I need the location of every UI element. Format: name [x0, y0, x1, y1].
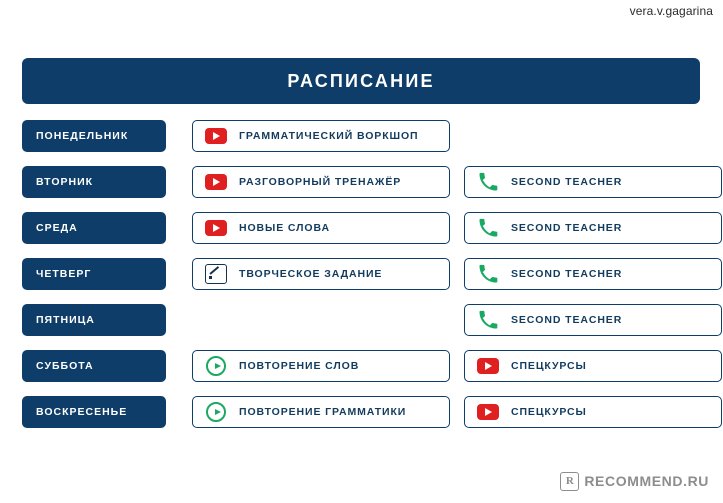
activity-label: ПОВТОРЕНИЕ ГРАММАТИКИ [239, 406, 407, 418]
activity-label: SECOND TEACHER [511, 268, 623, 280]
activity-card-second-teacher-wednesday[interactable]: SECOND TEACHER [464, 212, 722, 244]
activity-label: SECOND TEACHER [511, 176, 623, 188]
refresh-icon [205, 356, 227, 376]
day-chip-tuesday[interactable]: ВТОРНИК [22, 166, 166, 198]
activity-label: ГРАММАТИЧЕСКИЙ ВОРКШОП [239, 130, 419, 142]
activity-card-creative-task[interactable]: ТВОРЧЕСКОЕ ЗАДАНИЕ [192, 258, 450, 290]
schedule-row-tuesday: ВТОРНИК РАЗГОВОРНЫЙ ТРЕНАЖЁР SECOND TEAC… [22, 166, 722, 198]
activity-card-second-teacher-tuesday[interactable]: SECOND TEACHER [464, 166, 722, 198]
day-label: ВОСКРЕСЕНЬЕ [36, 406, 128, 418]
youtube-icon [205, 219, 227, 237]
youtube-icon [477, 357, 499, 375]
activity-label: SECOND TEACHER [511, 222, 623, 234]
phone-icon [477, 264, 499, 283]
activity-card-special-courses-sunday[interactable]: СПЕЦКУРСЫ [464, 396, 722, 428]
schedule-panel: РАСПИСАНИЕ ПОНЕДЕЛЬНИК ГРАММАТИЧЕСКИЙ ВО… [0, 28, 723, 468]
activity-card-word-review[interactable]: ПОВТОРЕНИЕ СЛОВ [192, 350, 450, 382]
day-label: ПЯТНИЦА [36, 314, 95, 326]
youtube-icon [205, 127, 227, 145]
activity-card-new-words[interactable]: НОВЫЕ СЛОВА [192, 212, 450, 244]
activity-label: ТВОРЧЕСКОЕ ЗАДАНИЕ [239, 268, 383, 280]
day-label: СРЕДА [36, 222, 78, 234]
schedule-row-wednesday: СРЕДА НОВЫЕ СЛОВА SECOND TEACHER [22, 212, 722, 244]
schedule-row-sunday: ВОСКРЕСЕНЬЕ ПОВТОРЕНИЕ ГРАММАТИКИ СПЕЦКУ… [22, 396, 722, 428]
day-label: СУББОТА [36, 360, 94, 372]
day-chip-friday[interactable]: ПЯТНИЦА [22, 304, 166, 336]
activity-card-grammar-review[interactable]: ПОВТОРЕНИЕ ГРАММАТИКИ [192, 396, 450, 428]
day-label: ЧЕТВЕРГ [36, 268, 92, 280]
site-watermark: R RECOMMEND.RU [554, 467, 715, 495]
page-title: РАСПИСАНИЕ [287, 70, 435, 91]
day-label: ПОНЕДЕЛЬНИК [36, 130, 129, 142]
recommend-watermark-text: RECOMMEND.RU [584, 473, 709, 489]
activity-label: SECOND TEACHER [511, 314, 623, 326]
activity-card-speaking-trainer[interactable]: РАЗГОВОРНЫЙ ТРЕНАЖЁР [192, 166, 450, 198]
schedule-row-monday: ПОНЕДЕЛЬНИК ГРАММАТИЧЕСКИЙ ВОРКШОП [22, 120, 700, 152]
phone-icon [477, 172, 499, 191]
phone-icon [477, 218, 499, 237]
activity-card-special-courses-saturday[interactable]: СПЕЦКУРСЫ [464, 350, 722, 382]
activity-card-second-teacher-thursday[interactable]: SECOND TEACHER [464, 258, 722, 290]
schedule-row-saturday: СУББОТА ПОВТОРЕНИЕ СЛОВ СПЕЦКУРСЫ [22, 350, 722, 382]
day-label: ВТОРНИК [36, 176, 94, 188]
schedule-row-thursday: ЧЕТВЕРГ ТВОРЧЕСКОЕ ЗАДАНИЕ SECOND TEACHE… [22, 258, 722, 290]
activity-label: ПОВТОРЕНИЕ СЛОВ [239, 360, 360, 372]
watermark-username: vera.v.gagarina [629, 4, 713, 18]
page-title-bar: РАСПИСАНИЕ [22, 58, 700, 104]
activity-label: СПЕЦКУРСЫ [511, 406, 587, 418]
recommend-logo-icon: R [560, 471, 580, 491]
day-chip-sunday[interactable]: ВОСКРЕСЕНЬЕ [22, 396, 166, 428]
activity-label: РАЗГОВОРНЫЙ ТРЕНАЖЁР [239, 176, 402, 188]
day-chip-wednesday[interactable]: СРЕДА [22, 212, 166, 244]
activity-label: НОВЫЕ СЛОВА [239, 222, 330, 234]
youtube-icon [205, 173, 227, 191]
activity-card-grammar-workshop[interactable]: ГРАММАТИЧЕСКИЙ ВОРКШОП [192, 120, 450, 152]
activity-label: СПЕЦКУРСЫ [511, 360, 587, 372]
day-chip-monday[interactable]: ПОНЕДЕЛЬНИК [22, 120, 166, 152]
schedule-row-friday: ПЯТНИЦА SECOND TEACHER [22, 304, 722, 336]
day-chip-thursday[interactable]: ЧЕТВЕРГ [22, 258, 166, 290]
pencil-icon [205, 264, 227, 284]
youtube-icon [477, 403, 499, 421]
refresh-icon [205, 402, 227, 422]
day-chip-saturday[interactable]: СУББОТА [22, 350, 166, 382]
phone-icon [477, 310, 499, 329]
activity-card-second-teacher-friday[interactable]: SECOND TEACHER [464, 304, 722, 336]
